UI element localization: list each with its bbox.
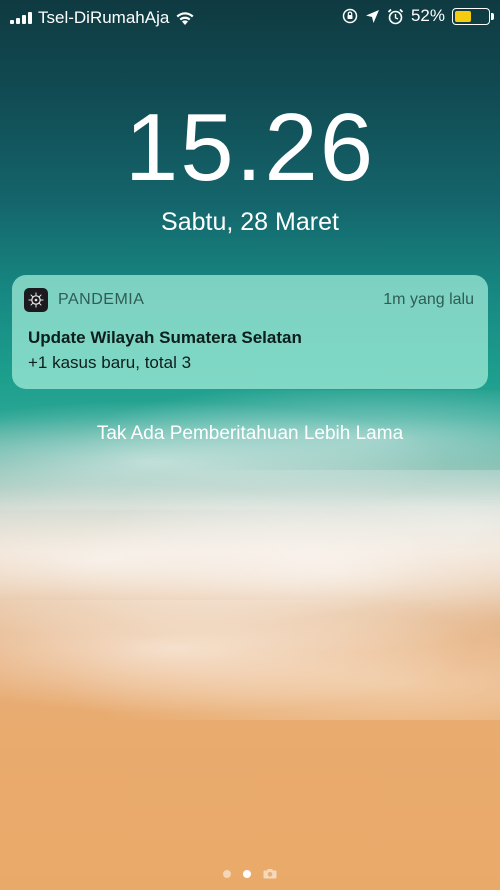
- notification-time: 1m yang lalu: [383, 291, 474, 308]
- notification-app-name: PANDEMIA: [58, 291, 145, 308]
- status-bar-left: Tsel-DiRumahAja: [10, 8, 195, 28]
- notification-body: +1 kasus baru, total 3: [28, 353, 192, 372]
- location-icon: [365, 9, 379, 23]
- status-bar-right: 52%: [342, 6, 494, 26]
- lock-date: Sabtu, 28 Maret: [161, 208, 339, 236]
- lock-clock: 15.26: [124, 94, 376, 201]
- virus-icon: [28, 292, 44, 308]
- signal-icon: [10, 12, 32, 24]
- no-older-notifications-label: Tak Ada Pemberitahuan Lebih Lama: [96, 423, 404, 444]
- alarm-icon: [387, 8, 404, 24]
- notification-title: Update Wilayah Sumatera Selatan: [28, 328, 302, 347]
- carrier-name: Tsel-DiRumahAja: [38, 8, 170, 27]
- status-bar: Tsel-DiRumahAja 52%: [0, 0, 500, 34]
- wallpaper-shore: [0, 600, 500, 720]
- pandemia-app-icon: [24, 288, 48, 312]
- notification-header: PANDEMIA 1m yang lalu: [24, 288, 474, 312]
- camera-icon[interactable]: [263, 868, 277, 879]
- wifi-icon: [176, 11, 194, 25]
- page-indicator[interactable]: [0, 868, 500, 879]
- orientation-lock-icon: [342, 8, 358, 24]
- page-dot-lock[interactable]: [243, 869, 251, 878]
- page-dot-widgets[interactable]: [223, 869, 231, 878]
- battery-percent: 52%: [410, 6, 445, 25]
- battery-icon: [452, 7, 494, 25]
- battery-level-fill: [455, 10, 471, 22]
- wallpaper-foam: [0, 470, 500, 650]
- wallpaper-surf: [0, 390, 500, 510]
- notification-card[interactable]: PANDEMIA 1m yang lalu Update Wilayah Sum…: [12, 275, 488, 389]
- lock-screen: Tsel-DiRumahAja 52% 15.26 Sabtu, 28 Mare…: [0, 0, 500, 890]
